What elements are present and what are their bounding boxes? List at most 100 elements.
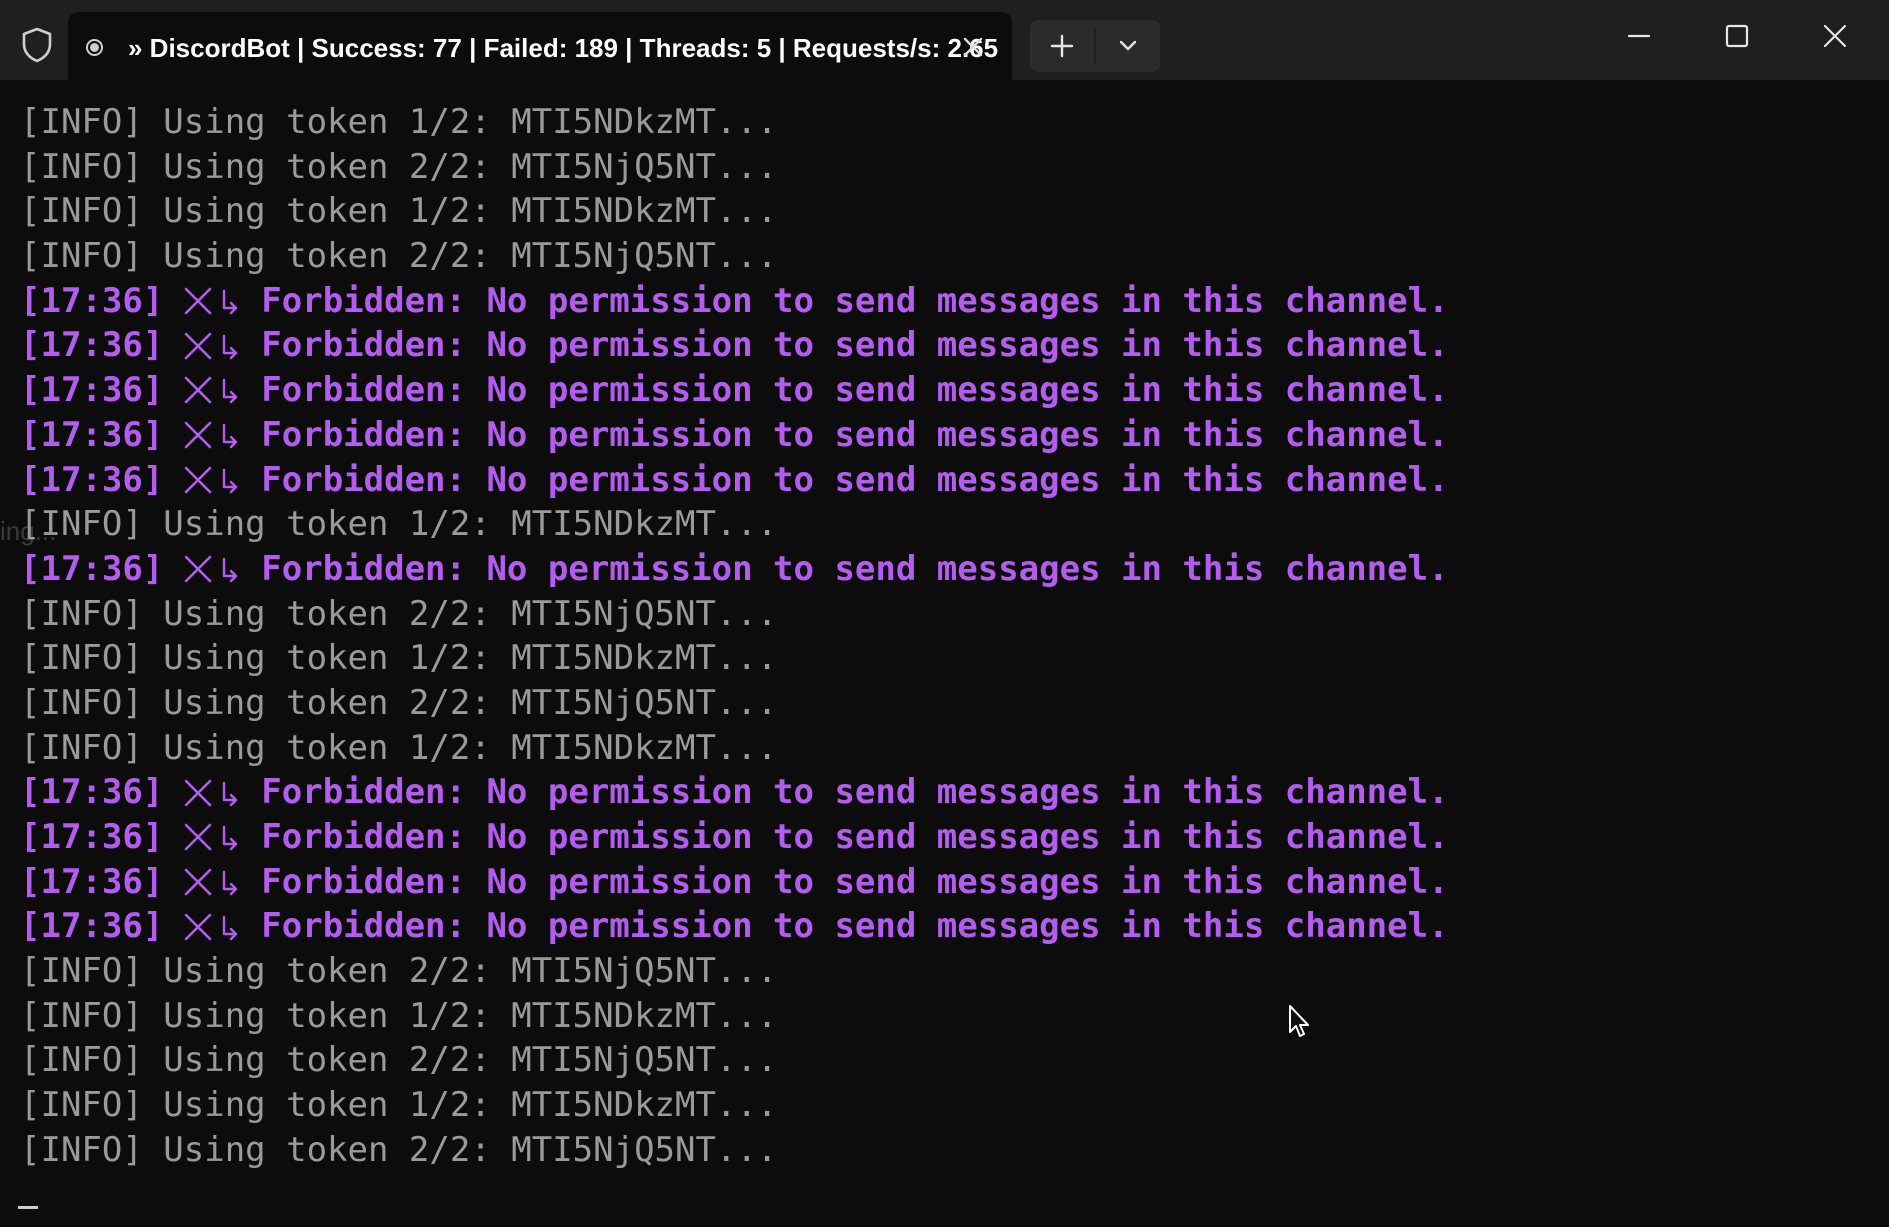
maximize-icon <box>1725 24 1749 48</box>
log-timestamp: [17:36] <box>20 772 164 813</box>
log-line-error: [17:36] Forbidden: No permission to send … <box>20 458 1860 503</box>
return-arrow-icon <box>223 915 238 940</box>
maximize-button[interactable] <box>1688 0 1786 72</box>
log-timestamp: [17:36] <box>20 280 164 321</box>
log-text: [INFO] Using token 1/2: MTI5NDkzMT... <box>20 191 778 232</box>
log-line-error: [17:36] Forbidden: No permission to send … <box>20 368 1860 413</box>
error-icons <box>183 778 239 808</box>
log-timestamp: [17:36] <box>20 414 164 455</box>
error-icons <box>183 822 239 852</box>
log-line-error: [17:36] Forbidden: No permission to send … <box>20 904 1860 949</box>
log-text: Forbidden: No permission to send message… <box>261 861 1449 902</box>
log-line-info: [INFO] Using token 1/2: MTI5NDkzMT... <box>20 994 1860 1039</box>
close-icon <box>1823 24 1847 48</box>
cross-icon <box>184 555 212 583</box>
return-arrow-icon <box>223 289 238 315</box>
log-timestamp: [17:36] <box>20 548 164 589</box>
log-line-info: [INFO] Using token 2/2: MTI5NjQ5NT... <box>20 1038 1860 1083</box>
close-icon[interactable] <box>954 28 992 66</box>
tab-title: » DiscordBot | Success: 77 | Failed: 189… <box>128 33 999 63</box>
new-tab-button[interactable] <box>1030 20 1094 72</box>
log-timestamp: [17:36] <box>20 861 164 902</box>
chevron-down-icon <box>1119 40 1137 51</box>
tab-actions <box>1030 20 1160 72</box>
log-line-error: [17:36] Forbidden: No permission to send … <box>20 770 1860 815</box>
log-text: [INFO] Using token 2/2: MTI5NjQ5NT... <box>20 951 778 992</box>
log-line-error: [17:36] Forbidden: No permission to send … <box>20 413 1860 458</box>
error-icons <box>183 465 239 495</box>
log-line-error: [17:36] Forbidden: No permission to send … <box>20 860 1860 905</box>
log-line-info: [INFO] Using token 2/2: MTI5NjQ5NT... <box>20 1128 1860 1173</box>
cross-icon <box>184 421 212 449</box>
log-timestamp: [17:36] <box>20 370 164 411</box>
cross-icon <box>184 377 212 404</box>
cross-icon <box>184 332 212 360</box>
log-timestamp: [17:36] <box>20 906 164 947</box>
return-arrow-icon <box>223 379 238 404</box>
cross-icon <box>184 913 212 941</box>
log-timestamp: [17:36] <box>20 459 164 500</box>
log-line-info: [INFO] Using token 1/2: MTI5NDkzMT... <box>20 502 1860 547</box>
error-icons <box>183 867 239 897</box>
log-line-info: [INFO] Using token 1/2: MTI5NDkzMT... <box>20 726 1860 771</box>
log-line-info: [INFO] Using token 2/2: MTI5NjQ5NT... <box>20 234 1860 279</box>
title-bar: » DiscordBot | Success: 77 | Failed: 189… <box>0 0 1889 80</box>
log-line-error: [17:36] Forbidden: No permission to send … <box>20 323 1860 368</box>
log-text: [INFO] Using token 2/2: MTI5NjQ5NT... <box>20 682 778 723</box>
log-timestamp: [17:36] <box>20 817 164 857</box>
tab-discordbot[interactable]: » DiscordBot | Success: 77 | Failed: 189… <box>68 12 1012 80</box>
log-line-info: [INFO] Using token 1/2: MTI5NDkzMT... <box>20 1083 1860 1128</box>
error-icons <box>183 912 239 942</box>
log-text: [INFO] Using token 2/2: MTI5NjQ5NT... <box>20 593 778 634</box>
error-icons <box>183 375 239 405</box>
log-text: [INFO] Using token 1/2: MTI5NDkzMT... <box>20 102 778 142</box>
shield-icon[interactable] <box>18 26 56 64</box>
error-icons <box>183 554 239 584</box>
return-arrow-icon <box>223 558 238 583</box>
log-text: Forbidden: No permission to send message… <box>261 280 1449 321</box>
log-text: Forbidden: No permission to send message… <box>261 548 1449 589</box>
log-line-info: [INFO] Using token 1/2: MTI5NDkzMT... <box>20 100 1860 145</box>
return-arrow-icon <box>223 423 238 449</box>
tab-dropdown-button[interactable] <box>1096 20 1160 72</box>
log-text: Forbidden: No permission to send message… <box>261 772 1449 813</box>
log-text: [INFO] Using token 2/2: MTI5NjQ5NT... <box>20 1129 778 1170</box>
cross-icon <box>184 824 212 851</box>
return-arrow-icon <box>223 468 238 494</box>
log-text: Forbidden: No permission to send message… <box>261 414 1449 455</box>
cross-icon <box>184 868 212 896</box>
text-cursor <box>18 1206 38 1209</box>
log-text: [INFO] Using token 1/2: MTI5NDkzMT... <box>20 1085 778 1126</box>
return-arrow-icon <box>223 781 238 806</box>
log-text: Forbidden: No permission to send message… <box>261 459 1449 500</box>
log-line-error: [17:36] Forbidden: No permission to send … <box>20 547 1860 592</box>
cross-icon <box>184 466 212 494</box>
plus-icon <box>1050 34 1074 58</box>
error-icons <box>183 331 239 361</box>
log-text: [INFO] Using token 1/2: MTI5NDkzMT... <box>20 638 778 679</box>
record-dot-icon <box>86 39 103 56</box>
return-arrow-icon <box>223 870 238 896</box>
log-line-info: [INFO] Using token 2/2: MTI5NjQ5NT... <box>20 145 1860 190</box>
log-text: [INFO] Using token 1/2: MTI5NDkzMT... <box>20 504 778 545</box>
close-window-button[interactable] <box>1786 0 1884 72</box>
log-text: Forbidden: No permission to send message… <box>261 817 1449 857</box>
log-text: [INFO] Using token 2/2: MTI5NjQ5NT... <box>20 1040 778 1081</box>
log-text: Forbidden: No permission to send message… <box>261 370 1449 411</box>
log-text: Forbidden: No permission to send message… <box>261 325 1449 366</box>
log-text: [INFO] Using token 1/2: MTI5NDkzMT... <box>20 995 778 1036</box>
log-text: Forbidden: No permission to send message… <box>261 906 1449 947</box>
log-line-info: [INFO] Using token 2/2: MTI5NjQ5NT... <box>20 681 1860 726</box>
error-icons <box>183 420 239 450</box>
terminal-output[interactable]: ing... [INFO] Using token 1/2: MTI5NDkzM… <box>0 80 1889 1227</box>
minimize-icon <box>1627 34 1651 38</box>
log-line-info: [INFO] Using token 2/2: MTI5NjQ5NT... <box>20 592 1860 637</box>
cross-icon <box>184 779 212 806</box>
log-text: [INFO] Using token 2/2: MTI5NjQ5NT... <box>20 146 778 187</box>
minimize-button[interactable] <box>1590 0 1688 72</box>
log-text: [INFO] Using token 1/2: MTI5NDkzMT... <box>20 727 778 768</box>
return-arrow-icon <box>223 334 238 359</box>
log-timestamp: [17:36] <box>20 325 164 366</box>
log-line-info: [INFO] Using token 2/2: MTI5NjQ5NT... <box>20 949 1860 994</box>
log-line-error: [17:36] Forbidden: No permission to send … <box>20 279 1860 324</box>
